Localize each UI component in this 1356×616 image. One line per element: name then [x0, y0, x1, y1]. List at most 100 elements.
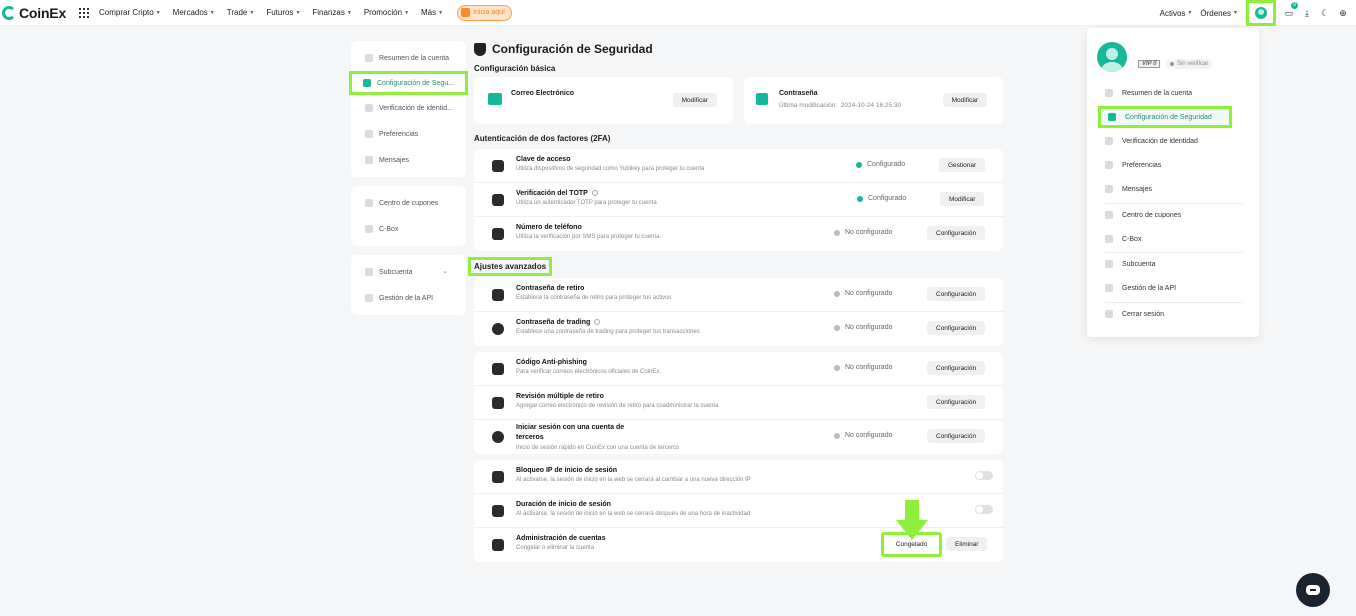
- row-title: Bloqueo IP de inicio de sesión: [516, 467, 618, 474]
- nav-mas[interactable]: Más ▼: [421, 8, 443, 17]
- nav-futuros[interactable]: Futuros ▼: [266, 8, 300, 17]
- row-title: Contraseña de trading: [516, 319, 601, 326]
- advanced-block-1: Contraseña de retiro Establece la contra…: [474, 278, 1003, 346]
- nav-label: Más: [421, 8, 437, 17]
- nav-trade[interactable]: Trade ▼: [227, 8, 255, 17]
- account-avatar-button[interactable]: [1246, 0, 1276, 26]
- verification-badge[interactable]: Sin verificar: [1166, 59, 1213, 69]
- menu-item-label: Configuración de Seguridad: [1125, 113, 1212, 121]
- sidebar-item-verificacion[interactable]: Verificación de identid...: [351, 95, 466, 121]
- nav-comprar-cripto[interactable]: Comprar Cripto ▼: [99, 8, 161, 17]
- row-telefono: Número de teléfono Utiliza la verificaci…: [474, 217, 1003, 251]
- menu-item-mensajes[interactable]: Mensajes: [1105, 185, 1152, 193]
- nav-label: Promoción: [363, 8, 403, 17]
- row-desc: Inicio de sesión rápido en CoinEx con un…: [516, 445, 680, 451]
- promo-label: Inicia aquí: [473, 9, 506, 16]
- menu-item-label: Cerrar sesión: [1122, 310, 1165, 318]
- notification-badge: 9: [1291, 2, 1298, 9]
- menu-item-seguridad[interactable]: Configuración de Seguridad: [1098, 106, 1232, 128]
- api-icon: [365, 294, 373, 302]
- promo-button[interactable]: Inicia aquí: [457, 4, 513, 21]
- card-icon: [492, 289, 504, 301]
- modify-totp-button[interactable]: Modificar: [940, 192, 985, 206]
- nav-promocion[interactable]: Promoción ▼: [364, 8, 409, 17]
- delete-account-button[interactable]: Eliminar: [946, 537, 988, 551]
- subaccount-icon: [1105, 260, 1113, 268]
- coinex-logo[interactable]: CoinEx: [2, 5, 66, 21]
- status-dot-icon: [834, 324, 840, 331]
- page-title-text: Configuración de Seguridad: [492, 42, 653, 56]
- menu-item-subcuenta[interactable]: Subcuenta: [1105, 260, 1155, 268]
- sidebar-item-mensajes[interactable]: Mensajes: [351, 147, 466, 173]
- trading-icon: [492, 323, 504, 335]
- nav-finanzas[interactable]: Finanzas ▼: [312, 8, 351, 17]
- sidebar-item-preferencias[interactable]: Preferencias: [351, 121, 466, 147]
- sidebar-item-resumen[interactable]: Resumen de la cuenta: [351, 45, 466, 71]
- chevron-down-icon: ▼: [295, 9, 301, 16]
- shield-clock-icon: [492, 505, 504, 517]
- menu-item-cupones[interactable]: Centro de cupones: [1105, 211, 1181, 219]
- menu-item-api[interactable]: Gestión de la API: [1105, 284, 1176, 292]
- row-title: Clave de acceso: [516, 156, 571, 163]
- messages-icon[interactable]: ▭ 9: [1284, 2, 1298, 18]
- configure-anti-phishing-button[interactable]: Configuración: [927, 361, 986, 375]
- menu-item-cerrar-sesion[interactable]: Cerrar sesión: [1105, 310, 1164, 318]
- sidebar-item-seguridad[interactable]: Configuración de Segu...: [349, 71, 468, 95]
- sidebar-item-cupones[interactable]: Centro de cupones: [351, 190, 466, 216]
- configure-trading-password-button[interactable]: Configuración: [927, 321, 986, 335]
- status-text: No configurado: [845, 229, 893, 236]
- session-duration-toggle[interactable]: [975, 505, 993, 514]
- sidebar-item-label: Mensajes: [379, 156, 409, 164]
- nav-label: Trade: [226, 8, 248, 17]
- menu-item-label: Resumen de la cuenta: [1122, 89, 1193, 97]
- menu-item-cbox[interactable]: C-Box: [1105, 235, 1141, 243]
- modify-password-button[interactable]: Modificar: [942, 93, 987, 107]
- sidebar-item-subcuenta[interactable]: Subcuenta ⌄: [351, 259, 466, 285]
- configure-withdraw-password-button[interactable]: Configuración: [927, 287, 986, 301]
- dark-mode-icon[interactable]: ☾: [1320, 8, 1330, 18]
- menu-item-preferencias[interactable]: Preferencias: [1105, 161, 1161, 169]
- twofa-card: Clave de acceso Utiliza dispositivos de …: [474, 149, 1003, 251]
- menu-item-label: Gestión de la API: [1122, 284, 1177, 292]
- ip-lock-toggle[interactable]: [975, 471, 993, 480]
- email-title: Correo Electrónico: [511, 90, 575, 97]
- sidebar-group-api: Subcuenta ⌄ Gestión de la API: [351, 255, 466, 315]
- arrow-head: [896, 520, 928, 540]
- configure-multi-review-button[interactable]: Configuración: [927, 395, 986, 409]
- modify-email-button[interactable]: Modificar: [672, 93, 717, 107]
- manage-passkey-button[interactable]: Gestionar: [939, 158, 986, 172]
- sidebar-item-api[interactable]: Gestión de la API: [351, 285, 466, 311]
- info-icon[interactable]: [591, 190, 598, 197]
- menu-item-resumen[interactable]: Resumen de la cuenta: [1105, 89, 1192, 97]
- status-dot-icon: [834, 364, 840, 371]
- globe-icon[interactable]: ⊕: [1338, 8, 1348, 18]
- status-dot-icon: [1170, 62, 1174, 66]
- configure-phone-button[interactable]: Configuración: [927, 226, 986, 240]
- box-icon: [1105, 235, 1113, 243]
- row-title-text: Verificación del TOTP: [516, 190, 588, 197]
- email-card: Correo Electrónico Modificar: [474, 77, 733, 124]
- nav-label: Finanzas: [312, 8, 345, 17]
- configure-third-party-button[interactable]: Configuración: [927, 429, 986, 443]
- row-anti-phishing: Código Anti-phishing Para verificar corr…: [474, 352, 1003, 386]
- row-totp: Verificación del TOTP Utiliza un autenti…: [474, 183, 1003, 217]
- chevron-down-icon: ▼: [209, 9, 215, 16]
- nav-activos[interactable]: Activos ▼: [1160, 9, 1193, 18]
- nav-label: Comprar Cripto: [99, 8, 154, 17]
- download-icon[interactable]: ⤓: [1302, 8, 1312, 18]
- nav-ordenes[interactable]: Órdenes ▼: [1200, 9, 1238, 18]
- status-badge: No configurado: [834, 290, 892, 297]
- account-manage-icon: [492, 539, 504, 551]
- subaccount-icon: [365, 268, 373, 276]
- sidebar-item-label: Gestión de la API: [379, 294, 434, 302]
- nav-mercados[interactable]: Mercados ▼: [173, 8, 215, 17]
- info-icon[interactable]: [594, 319, 601, 326]
- apps-grid-icon[interactable]: [79, 7, 90, 18]
- status-badge: No configurado: [834, 324, 892, 331]
- row-desc: Establece una contraseña de trading para…: [516, 329, 700, 335]
- chat-icon: [1306, 585, 1320, 595]
- menu-item-label: Centro de cupones: [1122, 211, 1182, 219]
- sidebar-item-cbox[interactable]: C-Box: [351, 216, 466, 242]
- menu-item-verificacion[interactable]: Verificación de identidad: [1105, 137, 1198, 145]
- support-chat-button[interactable]: [1296, 573, 1330, 607]
